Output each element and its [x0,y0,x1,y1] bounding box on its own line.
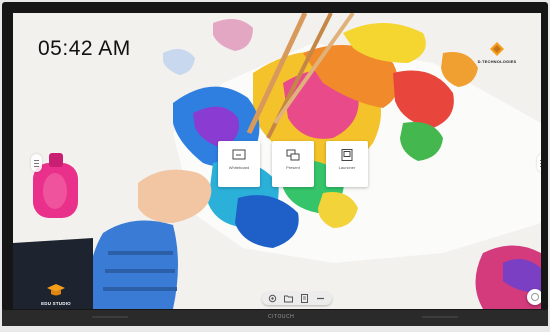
document-icon[interactable] [300,294,309,303]
more-icon[interactable] [316,294,325,303]
launcher-icon [341,149,353,161]
clock-display: 05:42 AM [38,37,131,60]
device-brand: CITOUCH [268,314,295,320]
launcher-app-button[interactable]: Launcher [326,141,368,187]
edu-studio-label: EDU STUDIO [41,301,71,306]
present-app-label: Present [286,165,300,170]
right-speaker-grille [422,316,458,318]
present-app-button[interactable]: Present [272,141,314,187]
present-icon [286,149,300,161]
edu-studio-launcher[interactable]: EDU STUDIO [27,283,85,306]
display-device: 05:42 AM D.TECHNOLOGIES Whiteboard Prese… [0,0,550,332]
whiteboard-app-label: Whiteboard [228,165,250,170]
whiteboard-icon [232,149,246,160]
home-screen: 05:42 AM D.TECHNOLOGIES Whiteboard Prese… [13,13,541,309]
left-speaker-grille [92,316,128,318]
device-bottom-bar: CITOUCH [2,310,548,326]
display-bezel: 05:42 AM D.TECHNOLOGIES Whiteboard Prese… [2,2,548,312]
brand-name: D.TECHNOLOGIES [477,59,517,64]
brand-logo: D.TECHNOLOGIES [477,42,517,64]
brand-diamond-icon [490,42,504,56]
right-sidebar-handle[interactable] [537,154,541,172]
floating-menu-button[interactable] [527,289,541,305]
folder-icon[interactable] [284,294,293,303]
graduation-cap-icon [47,284,65,296]
app-launcher: Whiteboard Present Launcher [218,141,368,197]
launcher-app-label: Launcher [338,165,356,170]
left-sidebar-handle[interactable] [31,154,42,172]
bottom-taskbar [262,292,332,305]
settings-icon[interactable] [268,294,277,303]
whiteboard-app-button[interactable]: Whiteboard [218,141,260,187]
